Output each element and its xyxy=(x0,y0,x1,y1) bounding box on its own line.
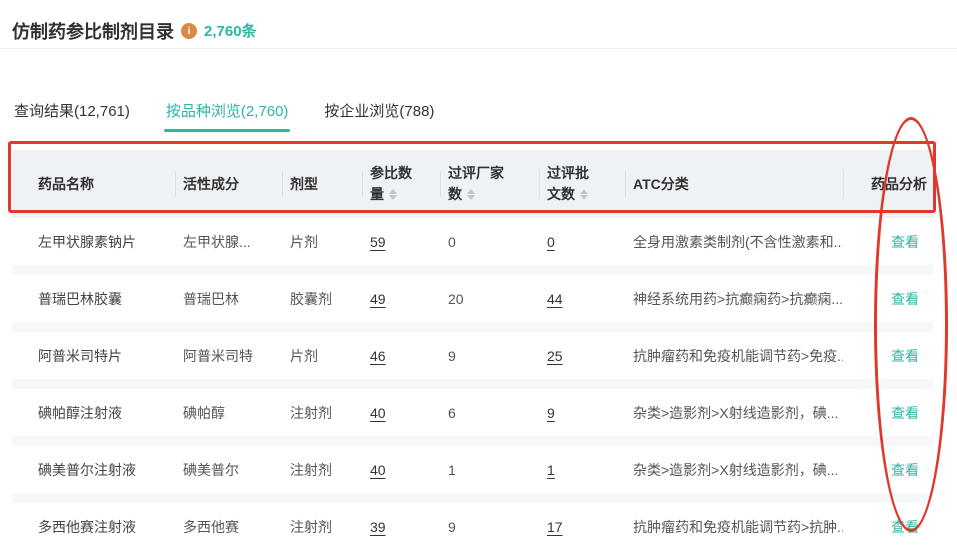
drug-analysis-cell: 查看 xyxy=(843,389,933,436)
passed-approvals-cell: 44 xyxy=(539,275,625,322)
reference-count-cell: 40 xyxy=(362,389,440,436)
reference-count-link[interactable]: 40 xyxy=(370,405,386,421)
passed-approvals-cell: 9 xyxy=(539,389,625,436)
reference-count-link[interactable]: 59 xyxy=(370,234,386,250)
table-row: 普瑞巴林胶囊 普瑞巴林 胶囊剂 49 20 44 神经系统用药>抗癫痫药>抗癫痫… xyxy=(12,275,933,322)
reference-count-link[interactable]: 40 xyxy=(370,462,386,478)
atc-class-cell: 杂类>造影剂>X射线造影剂，碘... xyxy=(625,389,843,436)
tab-browse-by-variety[interactable]: 按品种浏览(2,760) xyxy=(163,100,291,132)
dosage-form-cell: 注射剂 xyxy=(282,503,362,550)
reference-count-cell: 40 xyxy=(362,446,440,493)
reference-count-cell: 49 xyxy=(362,275,440,322)
reference-count-link[interactable]: 39 xyxy=(370,519,386,535)
passed-approvals-link[interactable]: 25 xyxy=(547,348,563,364)
table-row: 碘帕醇注射液 碘帕醇 注射剂 40 6 9 杂类>造影剂>X射线造影剂，碘...… xyxy=(12,389,933,436)
table-row: 左甲状腺素钠片 左甲状腺... 片剂 59 0 0 全身用激素类制剂(不含性激素… xyxy=(12,218,933,265)
passed-approvals-cell: 17 xyxy=(539,503,625,550)
passed-approvals-link[interactable]: 9 xyxy=(547,405,555,421)
passed-approvals-cell: 1 xyxy=(539,446,625,493)
atc-class-cell: 杂类>造影剂>X射线造影剂，碘... xyxy=(625,446,843,493)
drug-analysis-cell: 查看 xyxy=(843,503,933,550)
tab-bar: 查询结果(12,761) 按品种浏览(2,760) 按企业浏览(788) xyxy=(12,100,945,132)
reference-count-link[interactable]: 46 xyxy=(370,348,386,364)
drug-analysis-cell: 查看 xyxy=(843,332,933,379)
sort-icon[interactable] xyxy=(578,188,589,201)
col-header-atc-class: ATC分类 xyxy=(625,150,843,218)
table-row: 多西他赛注射液 多西他赛 注射剂 39 9 17 抗肿瘤药和免疫机能调节药>抗肿… xyxy=(12,503,933,550)
drug-name-cell: 碘帕醇注射液 xyxy=(12,389,175,436)
atc-class-cell: 神经系统用药>抗癫痫药>抗癫痫... xyxy=(625,275,843,322)
tab-query-results[interactable]: 查询结果(12,761) xyxy=(12,100,132,132)
view-link[interactable]: 查看 xyxy=(891,519,919,535)
dosage-form-cell: 注射剂 xyxy=(282,446,362,493)
page-header: 仿制药参比制剂目录 i 2,760条 xyxy=(0,0,957,49)
dosage-form-cell: 注射剂 xyxy=(282,389,362,436)
col-header-drug-analysis: 药品分析 xyxy=(843,150,933,218)
row-divider xyxy=(12,493,933,503)
col-header-passed-manufacturers: 过评厂家数 xyxy=(440,150,539,218)
col-header-reference-count: 参比数量 xyxy=(362,150,440,218)
col-header-drug-name: 药品名称 xyxy=(12,150,175,218)
dosage-form-cell: 片剂 xyxy=(282,332,362,379)
passed-approvals-cell: 0 xyxy=(539,218,625,265)
atc-class-cell: 抗肿瘤药和免疫机能调节药>免疫... xyxy=(625,332,843,379)
catalog-table: 药品名称 活性成分 剂型 参比数量 过评厂家数 过评批文数 ATC分类 药品分析… xyxy=(12,150,945,550)
ingredient-cell: 普瑞巴林 xyxy=(175,275,282,322)
drug-analysis-cell: 查看 xyxy=(843,275,933,322)
passed-manufacturers-cell: 20 xyxy=(440,275,539,322)
ingredient-cell: 阿普米司特 xyxy=(175,332,282,379)
drug-name-cell: 普瑞巴林胶囊 xyxy=(12,275,175,322)
ingredient-cell: 左甲状腺... xyxy=(175,218,282,265)
passed-manufacturers-cell: 9 xyxy=(440,503,539,550)
reference-count-cell: 39 xyxy=(362,503,440,550)
passed-approvals-link[interactable]: 1 xyxy=(547,462,555,478)
drug-name-cell: 多西他赛注射液 xyxy=(12,503,175,550)
page: { "colors": { "accent": "#2bb7a3", "anno… xyxy=(0,0,957,551)
sort-icon[interactable] xyxy=(387,188,398,201)
reference-count-cell: 46 xyxy=(362,332,440,379)
passed-manufacturers-cell: 0 xyxy=(440,218,539,265)
drug-name-cell: 碘美普尔注射液 xyxy=(12,446,175,493)
dosage-form-cell: 胶囊剂 xyxy=(282,275,362,322)
passed-manufacturers-cell: 9 xyxy=(440,332,539,379)
sort-icon[interactable] xyxy=(465,188,476,201)
dosage-form-cell: 片剂 xyxy=(282,218,362,265)
ingredient-cell: 碘帕醇 xyxy=(175,389,282,436)
row-divider xyxy=(12,436,933,446)
atc-class-cell: 抗肿瘤药和免疫机能调节药>抗肿... xyxy=(625,503,843,550)
view-link[interactable]: 查看 xyxy=(891,234,919,250)
drug-analysis-cell: 查看 xyxy=(843,446,933,493)
drug-name-cell: 左甲状腺素钠片 xyxy=(12,218,175,265)
info-icon[interactable]: i xyxy=(181,22,197,39)
reference-count-link[interactable]: 49 xyxy=(370,291,386,307)
view-link[interactable]: 查看 xyxy=(891,348,919,364)
atc-class-cell: 全身用激素类制剂(不含性激素和... xyxy=(625,218,843,265)
passed-manufacturers-cell: 1 xyxy=(440,446,539,493)
passed-approvals-link[interactable]: 17 xyxy=(547,519,563,535)
row-divider xyxy=(12,322,933,332)
tab-browse-by-enterprise[interactable]: 按企业浏览(788) xyxy=(322,100,436,132)
table-row: 阿普米司特片 阿普米司特 片剂 46 9 25 抗肿瘤药和免疫机能调节药>免疫.… xyxy=(12,332,933,379)
col-header-active-ingredient: 活性成分 xyxy=(175,150,282,218)
record-count-badge: 2,760条 xyxy=(204,23,257,40)
view-link[interactable]: 查看 xyxy=(891,405,919,421)
drug-analysis-cell: 查看 xyxy=(843,218,933,265)
page-title: 仿制药参比制剂目录 xyxy=(12,21,174,42)
col-header-dosage-form: 剂型 xyxy=(282,150,362,218)
ingredient-cell: 多西他赛 xyxy=(175,503,282,550)
passed-manufacturers-cell: 6 xyxy=(440,389,539,436)
row-divider xyxy=(12,379,933,389)
table-row: 碘美普尔注射液 碘美普尔 注射剂 40 1 1 杂类>造影剂>X射线造影剂，碘.… xyxy=(12,446,933,493)
row-divider xyxy=(12,265,933,275)
passed-approvals-link[interactable]: 0 xyxy=(547,234,555,250)
table-header: 药品名称 活性成分 剂型 参比数量 过评厂家数 过评批文数 ATC分类 药品分析 xyxy=(12,150,933,218)
reference-count-cell: 59 xyxy=(362,218,440,265)
passed-approvals-link[interactable]: 44 xyxy=(547,291,563,307)
view-link[interactable]: 查看 xyxy=(891,462,919,478)
col-header-passed-approvals: 过评批文数 xyxy=(539,150,625,218)
view-link[interactable]: 查看 xyxy=(891,291,919,307)
ingredient-cell: 碘美普尔 xyxy=(175,446,282,493)
drug-name-cell: 阿普米司特片 xyxy=(12,332,175,379)
passed-approvals-cell: 25 xyxy=(539,332,625,379)
